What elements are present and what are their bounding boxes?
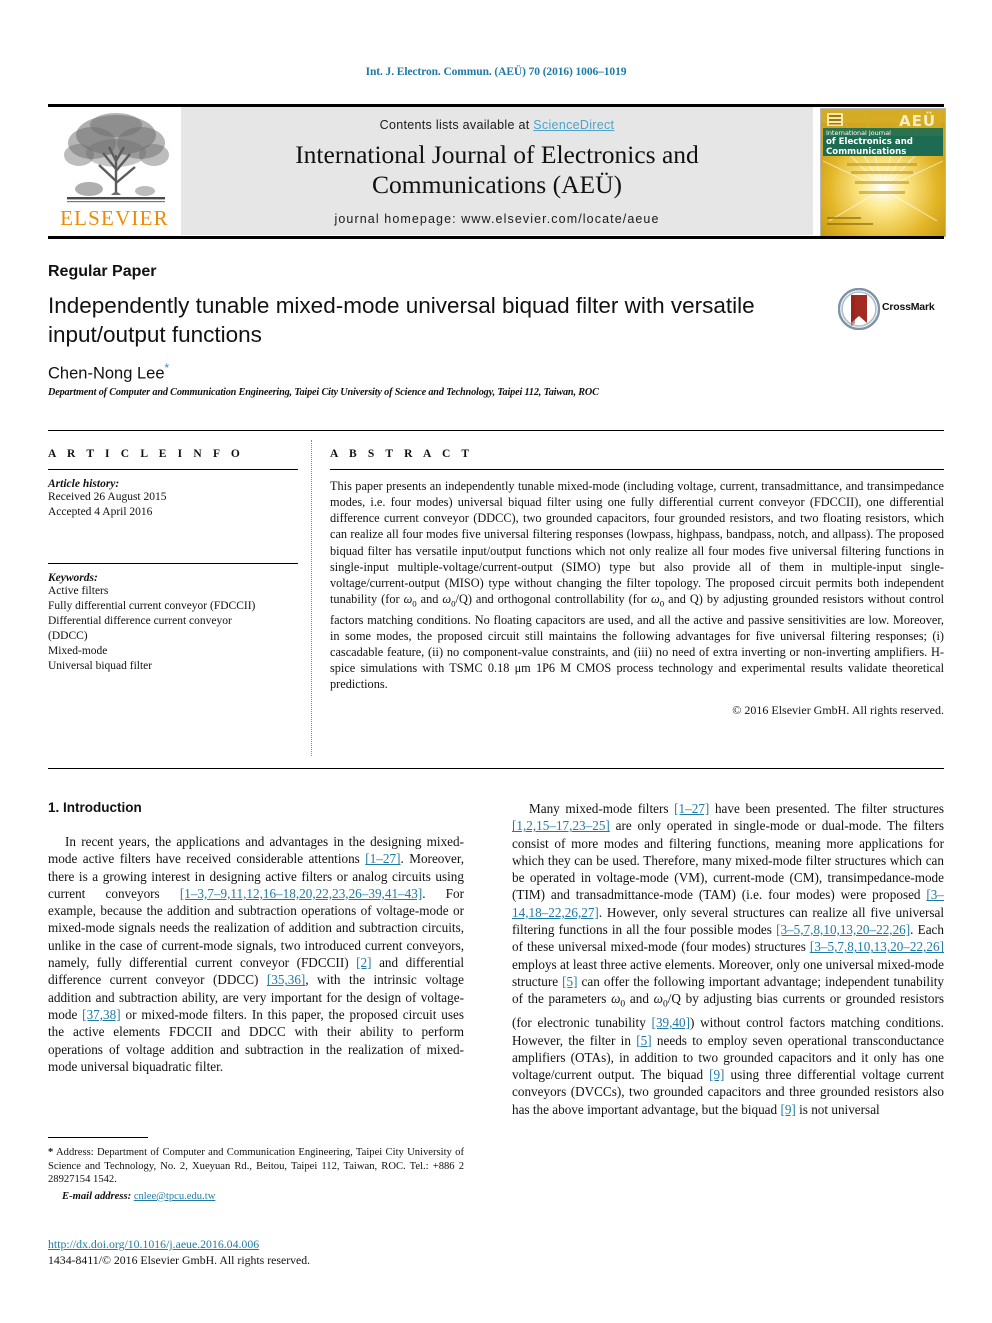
citation-link[interactable]: [3–5,7,8,10,13,20–22,26]	[810, 939, 944, 954]
intro-right-h: and	[625, 991, 654, 1007]
article-history-received: Received 26 August 2015	[48, 491, 167, 503]
journal-title-line1: International Journal of Electronics and	[295, 140, 699, 169]
author-footnote-marker[interactable]: *	[165, 361, 170, 375]
keywords-label: Keywords:	[48, 572, 98, 584]
elsevier-wordmark: ELSEVIER	[60, 206, 169, 230]
keyword-item: Active filters	[48, 585, 109, 597]
crossmark-label: CrossMark	[882, 301, 935, 313]
intro-right-b: have been presented. The filter structur…	[709, 801, 944, 816]
running-head: Int. J. Electron. Commun. (AEÜ) 70 (2016…	[365, 66, 627, 78]
abstract-part-3: /Q) and orthogonal controllability (for	[455, 592, 652, 607]
footnote-email-line: E-mail address: cnlee@tpcu.edu.tw	[48, 1190, 464, 1204]
keyword-item: Differential difference current conveyor	[48, 615, 232, 627]
footnote-rule	[48, 1137, 148, 1138]
intro-right-m: is not universal	[795, 1101, 880, 1117]
crossmark-badge[interactable]: CrossMark	[837, 287, 944, 332]
article-info-rule	[48, 469, 298, 470]
journal-title: International Journal of Electronics and…	[181, 140, 813, 200]
info-top-rule	[48, 430, 944, 431]
abstract-copyright: © 2016 Elsevier GmbH. All rights reserve…	[732, 703, 944, 718]
keyword-item: (DDCC)	[48, 630, 88, 642]
citation-link[interactable]: [3–5,7,8,10,13,20–22,26]	[776, 922, 910, 937]
body-column-right: Many mixed-mode filters [1–27] have been…	[512, 800, 944, 1118]
citation-link[interactable]: [37,38]	[82, 1007, 120, 1022]
contents-prefix: Contents lists available at	[379, 118, 534, 132]
abstract-block: A B S T R A C T This paper presents an i…	[330, 448, 944, 718]
abstract-omega-2: ω	[442, 592, 452, 607]
crossmark-icon	[837, 287, 881, 331]
contents-available-line: Contents lists available at ScienceDirec…	[181, 107, 813, 132]
citation-link[interactable]: [9]	[780, 1102, 795, 1117]
abstract-heading: A B S T R A C T	[330, 448, 474, 460]
journal-homepage-line[interactable]: journal homepage: www.elsevier.com/locat…	[181, 212, 813, 226]
article-info-heading: A R T I C L E I N F O	[48, 448, 244, 460]
abstract-omega-1: ω	[403, 592, 413, 607]
section-heading-introduction: 1. Introduction	[48, 800, 142, 815]
keyword-item: Mixed-mode	[48, 645, 108, 657]
cover-line1-text: International Journal	[826, 129, 891, 137]
author-label: Chen-Nong Lee	[48, 364, 165, 383]
intro-paragraph-left: In recent years, the applications and ad…	[48, 833, 464, 1075]
abstract-part-1: This paper presents an independently tun…	[330, 479, 944, 607]
intro-paragraph-right: Many mixed-mode filters [1–27] have been…	[512, 800, 944, 1118]
cover-line2-text: of Electronics and	[826, 137, 913, 147]
footer-block: http://dx.doi.org/10.1016/j.aeue.2016.04…	[48, 1235, 468, 1268]
info-bottom-rule	[48, 768, 944, 769]
keyword-item: Fully differential current conveyor (FDC…	[48, 600, 256, 612]
abstract-rule	[330, 469, 944, 470]
citation-link[interactable]: [5]	[636, 1033, 651, 1048]
cover-line3-text: Communications	[826, 147, 906, 157]
article-type: Regular Paper	[48, 263, 157, 280]
abstract-part-2: and	[416, 592, 443, 607]
keyword-item: Universal biquad filter	[48, 660, 153, 672]
abstract-part-4: and Q) by adjusting grounded resistors w…	[330, 592, 945, 692]
citation-link[interactable]: [5]	[562, 974, 577, 989]
elsevier-logo: ELSEVIER	[48, 107, 181, 235]
abstract-text: This paper presents an independently tun…	[330, 478, 944, 692]
citation-link[interactable]: [1,2,15–17,23–25]	[512, 818, 610, 833]
cover-badge-text: AEÜ	[899, 111, 936, 130]
citation-link[interactable]: [1–27]	[365, 851, 400, 866]
journal-cover-art: AEÜ International Journal of Electronics…	[821, 109, 945, 236]
email-label: E-mail address:	[62, 1190, 132, 1202]
affiliation: Department of Computer and Communication…	[48, 387, 599, 398]
issn-copyright: 1434-8411/© 2016 Elsevier GmbH. All righ…	[48, 1253, 311, 1267]
article-info-block: A R T I C L E I N F O Article history: R…	[48, 448, 298, 674]
citation-link[interactable]: [1–27]	[674, 801, 709, 816]
doi-link[interactable]: http://dx.doi.org/10.1016/j.aeue.2016.04…	[48, 1237, 259, 1251]
sciencedirect-link[interactable]: ScienceDirect	[533, 118, 614, 132]
email-link[interactable]: cnlee@tpcu.edu.tw	[134, 1191, 216, 1202]
info-abstract-divider	[311, 440, 312, 756]
journal-header-center: Contents lists available at ScienceDirec…	[181, 107, 813, 235]
abstract-omega-3: ω	[651, 592, 660, 607]
article-history-accepted: Accepted 4 April 2016	[48, 506, 153, 518]
citation-link[interactable]: [2]	[356, 955, 371, 970]
citation-link[interactable]: [39,40]	[652, 1015, 690, 1030]
paper-page: Int. J. Electron. Commun. (AEÜ) 70 (2016…	[0, 0, 992, 1323]
citation-link[interactable]: [35,36]	[267, 972, 305, 987]
intro-omega-2: ω	[653, 991, 663, 1007]
footnote-address: Address: Department of Computer and Comm…	[48, 1147, 464, 1186]
citation-link[interactable]: [9]	[709, 1067, 724, 1082]
author-name: Chen-Nong Lee*	[48, 361, 169, 384]
footnote-block: * Address: Department of Computer and Co…	[48, 1146, 464, 1203]
elsevier-tree-icon	[63, 113, 169, 203]
page-title: Independently tunable mixed-mode univers…	[48, 293, 755, 347]
body-column-left: 1. Introduction In recent years, the app…	[48, 800, 464, 1075]
journal-header-band: ELSEVIER Contents lists available at Sci…	[48, 107, 946, 237]
header-bottom-rule	[48, 236, 944, 239]
footnote-address-line: * Address: Department of Computer and Co…	[48, 1146, 464, 1187]
journal-cover-thumbnail: AEÜ International Journal of Electronics…	[820, 108, 946, 237]
citation-link[interactable]: [1–3,7–9,11,12,16–18,20,22,23,26–39,41–4…	[180, 886, 422, 901]
intro-right-a: Many mixed-mode filters	[529, 801, 675, 816]
article-history-label: Article history:	[48, 478, 120, 490]
keywords-rule	[48, 563, 298, 564]
journal-title-line2: Communications (AEÜ)	[371, 170, 622, 199]
